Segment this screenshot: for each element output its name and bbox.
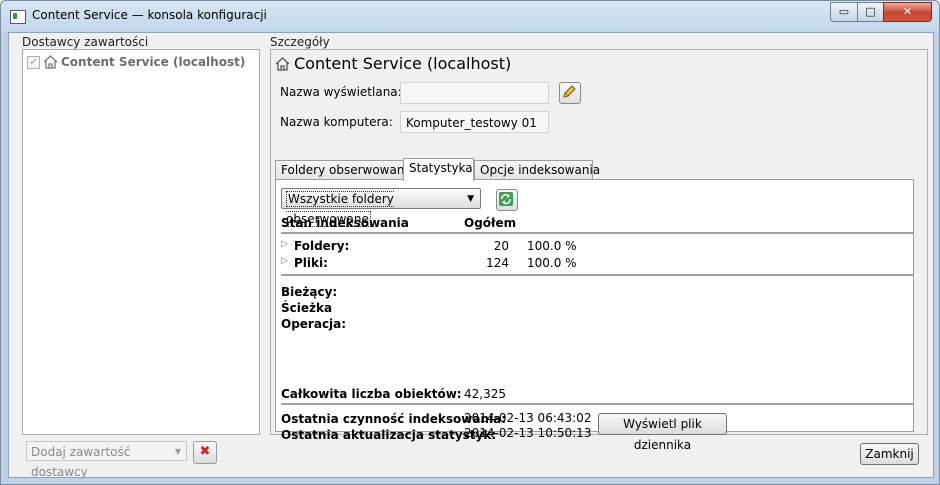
computer-name-field: Komputer_testowy 01 (400, 111, 549, 133)
refresh-icon (499, 192, 513, 206)
current-label: Bieżący: (281, 285, 338, 299)
tab-indexing-options[interactable]: Opcje indeksowania (474, 160, 600, 179)
expand-icon[interactable]: ▷ (281, 239, 288, 249)
add-provider-combo-text: Dodaj zawartość dostawcy (31, 445, 131, 479)
minimize-button[interactable]: ▭ (830, 2, 858, 22)
details-group-label: Szczegóły (270, 35, 330, 49)
client-area: Dostawcy zawartości ✓ Content Service (l… (8, 32, 934, 479)
delete-provider-button[interactable]: ✖ (193, 441, 217, 464)
providers-tree[interactable]: ✓ Content Service (localhost) (22, 49, 260, 435)
tree-item-label: Content Service (localhost) (61, 55, 246, 69)
divider (281, 403, 913, 405)
folder-filter-select[interactable]: Wszystkie foldery obserwowane ▼ (281, 188, 481, 227)
display-name-field[interactable] (400, 82, 549, 104)
close-button[interactable]: Zamknij (860, 443, 919, 465)
title-bar[interactable]: Content Service — konsola konfiguracji ▭… (1, 1, 939, 32)
chevron-down-icon: ▼ (467, 194, 474, 204)
main-window: Content Service — konsola konfiguracji ▭… (0, 0, 940, 485)
details-title: Content Service (localhost) (294, 54, 512, 73)
display-name-label: Nazwa wyświetlana: (280, 85, 402, 99)
last-indexing-value: 2014-02-13 06:43:02 (464, 411, 592, 425)
details-heading: Content Service (localhost) (275, 54, 511, 73)
delete-icon: ✖ (199, 444, 211, 459)
app-icon (10, 10, 26, 24)
tab-statistics[interactable]: Statystyka (403, 158, 474, 181)
total-objects-value: 42,325 (464, 387, 506, 401)
tab-watched-folders[interactable]: Foldery obserwowane (275, 160, 412, 179)
window-title: Content Service — konsola konfiguracji (32, 8, 267, 22)
details-panel: Content Service (localhost) Nazwa wyświe… (270, 49, 928, 452)
path-label: Ścieżka (281, 301, 333, 315)
row-count: 124 (486, 256, 509, 270)
computer-name-label: Nazwa komputera: (280, 115, 393, 129)
edit-display-name-button[interactable] (559, 82, 581, 104)
refresh-button[interactable] (496, 189, 518, 211)
col-total: Ogółem (464, 216, 517, 230)
house-icon (275, 56, 290, 71)
col-indexing-state: Stan indeksowania (281, 216, 409, 230)
row-count: 20 (493, 239, 509, 253)
pencil-icon (563, 85, 576, 98)
row-label: Pliki: (294, 256, 328, 270)
row-percent: 100.0 % (527, 239, 577, 253)
close-window-button[interactable]: ✕ (883, 2, 932, 22)
expand-icon[interactable]: ▷ (281, 256, 288, 266)
divider (281, 274, 913, 276)
view-log-button[interactable]: Wyświetl plik dziennika (598, 413, 727, 452)
row-percent: 100.0 % (527, 256, 577, 270)
divider (281, 232, 913, 234)
chevron-down-icon: ▼ (174, 447, 181, 456)
statistics-panel: Wszystkie foldery obserwowane ▼ Stan ind… (275, 179, 914, 452)
total-objects-label: Całkowita liczba obiektów: (281, 387, 462, 401)
house-icon (43, 55, 58, 69)
provider-checkbox[interactable]: ✓ (27, 55, 40, 69)
maximize-button[interactable]: □ (857, 2, 884, 22)
last-stats-update-value: 2014-02-13 10:50:13 (464, 426, 592, 440)
tree-item-content-service[interactable]: ✓ Content Service (localhost) (27, 55, 245, 69)
providers-group-label: Dostawcy zawartości (22, 35, 149, 49)
operation-label: Operacja: (281, 317, 347, 331)
add-provider-combo[interactable]: Dodaj zawartość dostawcy ▼ (26, 441, 187, 479)
row-label: Foldery: (294, 239, 350, 253)
